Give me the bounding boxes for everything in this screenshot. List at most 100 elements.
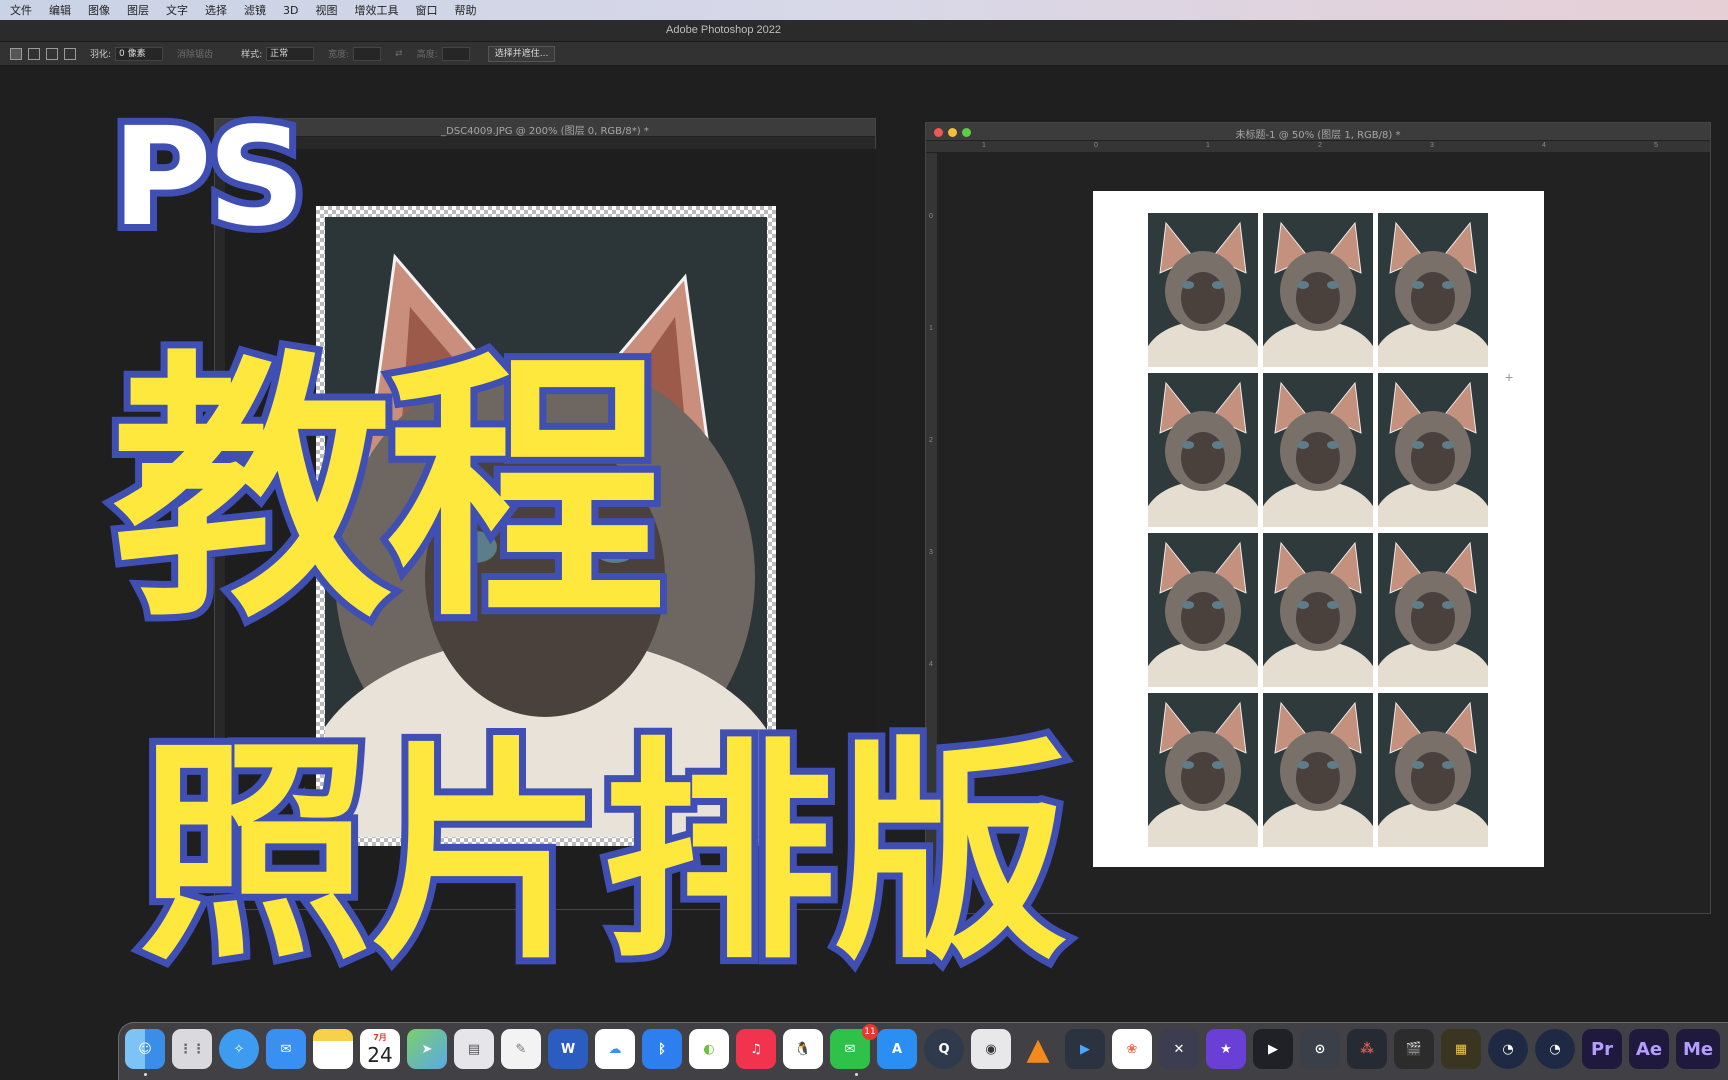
video-app-icon[interactable]: ▶ [1065,1029,1105,1069]
calendar-icon[interactable]: 7月 24 [360,1029,400,1069]
menu-select[interactable]: 选择 [205,2,227,18]
photo-thumbnail [1263,533,1373,687]
claquette-icon[interactable]: ▦ [1441,1029,1481,1069]
quicktime-icon[interactable]: Q [924,1029,964,1069]
photo-thumbnail [1148,373,1258,527]
style-label: 样式: [241,50,263,60]
subtract-selection-icon[interactable] [46,47,58,60]
screenshot-icon[interactable]: ◉ [971,1029,1011,1069]
maps-icon[interactable]: ➤ [407,1029,447,1069]
qq-icon[interactable]: 🐧 [783,1029,823,1069]
ruler-label: 0 [1094,142,1098,149]
ruler-label: 1 [982,142,986,149]
motion-tool-icon[interactable]: ✕ [1159,1029,1199,1069]
vlc-icon[interactable]: ▲ [1018,1029,1058,1069]
music-icon[interactable]: ♫ [736,1029,776,1069]
ruler-label: 1 [1206,142,1210,149]
camtasia-icon[interactable]: ◐ [689,1029,729,1069]
media-encoder-icon[interactable]: Me [1676,1029,1720,1069]
photo-thumbnail [1378,373,1488,527]
height-input[interactable] [441,46,470,61]
photo-thumbnail [1263,213,1373,367]
infuse-icon[interactable]: ▶ [1253,1029,1293,1069]
preview-icon[interactable]: ▤ [454,1029,494,1069]
select-and-mask-button[interactable]: 选择并遮住... [487,45,556,62]
running-indicator [144,1073,147,1076]
ruler-label: 2 [929,437,933,444]
app-title-bar: Adobe Photoshop 2022 [0,20,1728,42]
menu-layer[interactable]: 图层 [127,2,149,18]
options-bar: 羽化: 0 像素 消除锯齿 样式: 正常 宽度: ⇄ 高度: 选择并遮住... [0,42,1728,66]
launchpad-icon[interactable]: ⋮⋮ [172,1029,212,1069]
crosshair-cursor-icon: + [1505,369,1514,385]
photo-thumbnail [1263,693,1373,847]
antialias-checkbox[interactable]: 消除锯齿 [177,47,213,60]
photo-thumbnail [1378,693,1488,847]
app-store-icon[interactable]: A [877,1029,917,1069]
document-title: _DSC4009.JPG @ 200% (图层 0, RGB/8*) * [441,126,649,137]
word-icon[interactable]: W [548,1029,588,1069]
document-title: 未标题-1 @ 50% (图层 1, RGB/8) * [1235,130,1401,141]
feather-label: 羽化: [90,50,112,60]
calendar-day: 24 [367,1042,393,1067]
calendar-month: 7月 [373,1032,387,1042]
app-title: Adobe Photoshop 2022 [666,24,781,36]
menu-image[interactable]: 图像 [88,2,110,18]
davinci-resolve-icon[interactable]: ⁂ [1347,1029,1387,1069]
menu-3d[interactable]: 3D [283,4,298,17]
new-selection-icon[interactable] [10,47,22,60]
ruler-label: 2 [1318,142,1322,149]
notes-icon[interactable] [313,1029,353,1069]
bluetooth-icon[interactable]: ᛒ [642,1029,682,1069]
wechat-badge: 11 [862,1024,878,1040]
add-selection-icon[interactable] [28,47,40,60]
after-effects-icon[interactable]: Ae [1629,1029,1669,1069]
height-label: 高度: [416,50,438,60]
photo-thumbnail [1148,213,1258,367]
width-label: 宽度: [328,50,350,60]
menu-view[interactable]: 视图 [315,2,337,18]
swap-icon[interactable]: ⇄ [395,49,403,59]
ruler-label: 3 [1430,142,1434,149]
menu-bar: 文件 编辑 图像 图层 文字 选择 滤镜 3D 视图 增效工具 窗口 帮助 [0,0,1728,20]
photos-icon[interactable]: ❀ [1112,1029,1152,1069]
cinema4d-2-icon[interactable]: ◔ [1535,1029,1575,1069]
cinema4d-icon[interactable]: ◔ [1488,1029,1528,1069]
menu-filter[interactable]: 滤镜 [244,2,266,18]
document-title-bar[interactable]: 未标题-1 @ 50% (图层 1, RGB/8) * [926,123,1710,141]
ruler-label: 0 [929,213,933,220]
textedit-icon[interactable]: ✎ [501,1029,541,1069]
feather-input[interactable]: 0 像素 [115,46,164,61]
photo-thumbnail [1378,533,1488,687]
overlay-title-ps: PS [105,99,313,257]
menu-file[interactable]: 文件 [10,2,32,18]
overlay-title-photo-layout: 照片排版 [131,719,1075,991]
photo-thumbnail [1148,533,1258,687]
final-cut-pro-icon[interactable]: 🎬 [1394,1029,1434,1069]
ruler-label: 3 [929,549,933,556]
photo-thumbnail [1263,373,1373,527]
photo-thumbnail [1378,213,1488,367]
document-title-bar[interactable]: _DSC4009.JPG @ 200% (图层 0, RGB/8*) * [215,119,875,137]
safari-icon[interactable]: ✧ [219,1029,259,1069]
menu-help[interactable]: 帮助 [454,2,476,18]
mail-icon[interactable]: ✉ [266,1029,306,1069]
menu-type[interactable]: 文字 [166,2,188,18]
imovie-icon[interactable]: ★ [1206,1029,1246,1069]
ruler-label: 1 [929,325,933,332]
print-layout-page[interactable] [1093,191,1544,867]
baidu-netdisk-icon[interactable]: ☁ [595,1029,635,1069]
running-indicator [855,1073,858,1076]
activity-monitor-icon[interactable]: ⊙ [1300,1029,1340,1069]
horizontal-ruler[interactable]: 1 0 1 2 3 4 5 [926,141,1710,153]
menu-plugins[interactable]: 增效工具 [354,2,398,18]
menu-edit[interactable]: 编辑 [49,2,71,18]
photo-thumbnail [1148,693,1258,847]
ruler-label: 4 [1542,142,1546,149]
premiere-icon[interactable]: Pr [1582,1029,1622,1069]
style-select[interactable]: 正常 [266,46,315,61]
menu-window[interactable]: 窗口 [415,2,437,18]
intersect-selection-icon[interactable] [64,47,76,60]
width-input[interactable] [353,46,382,61]
finder-icon[interactable]: ☺ [125,1029,165,1069]
